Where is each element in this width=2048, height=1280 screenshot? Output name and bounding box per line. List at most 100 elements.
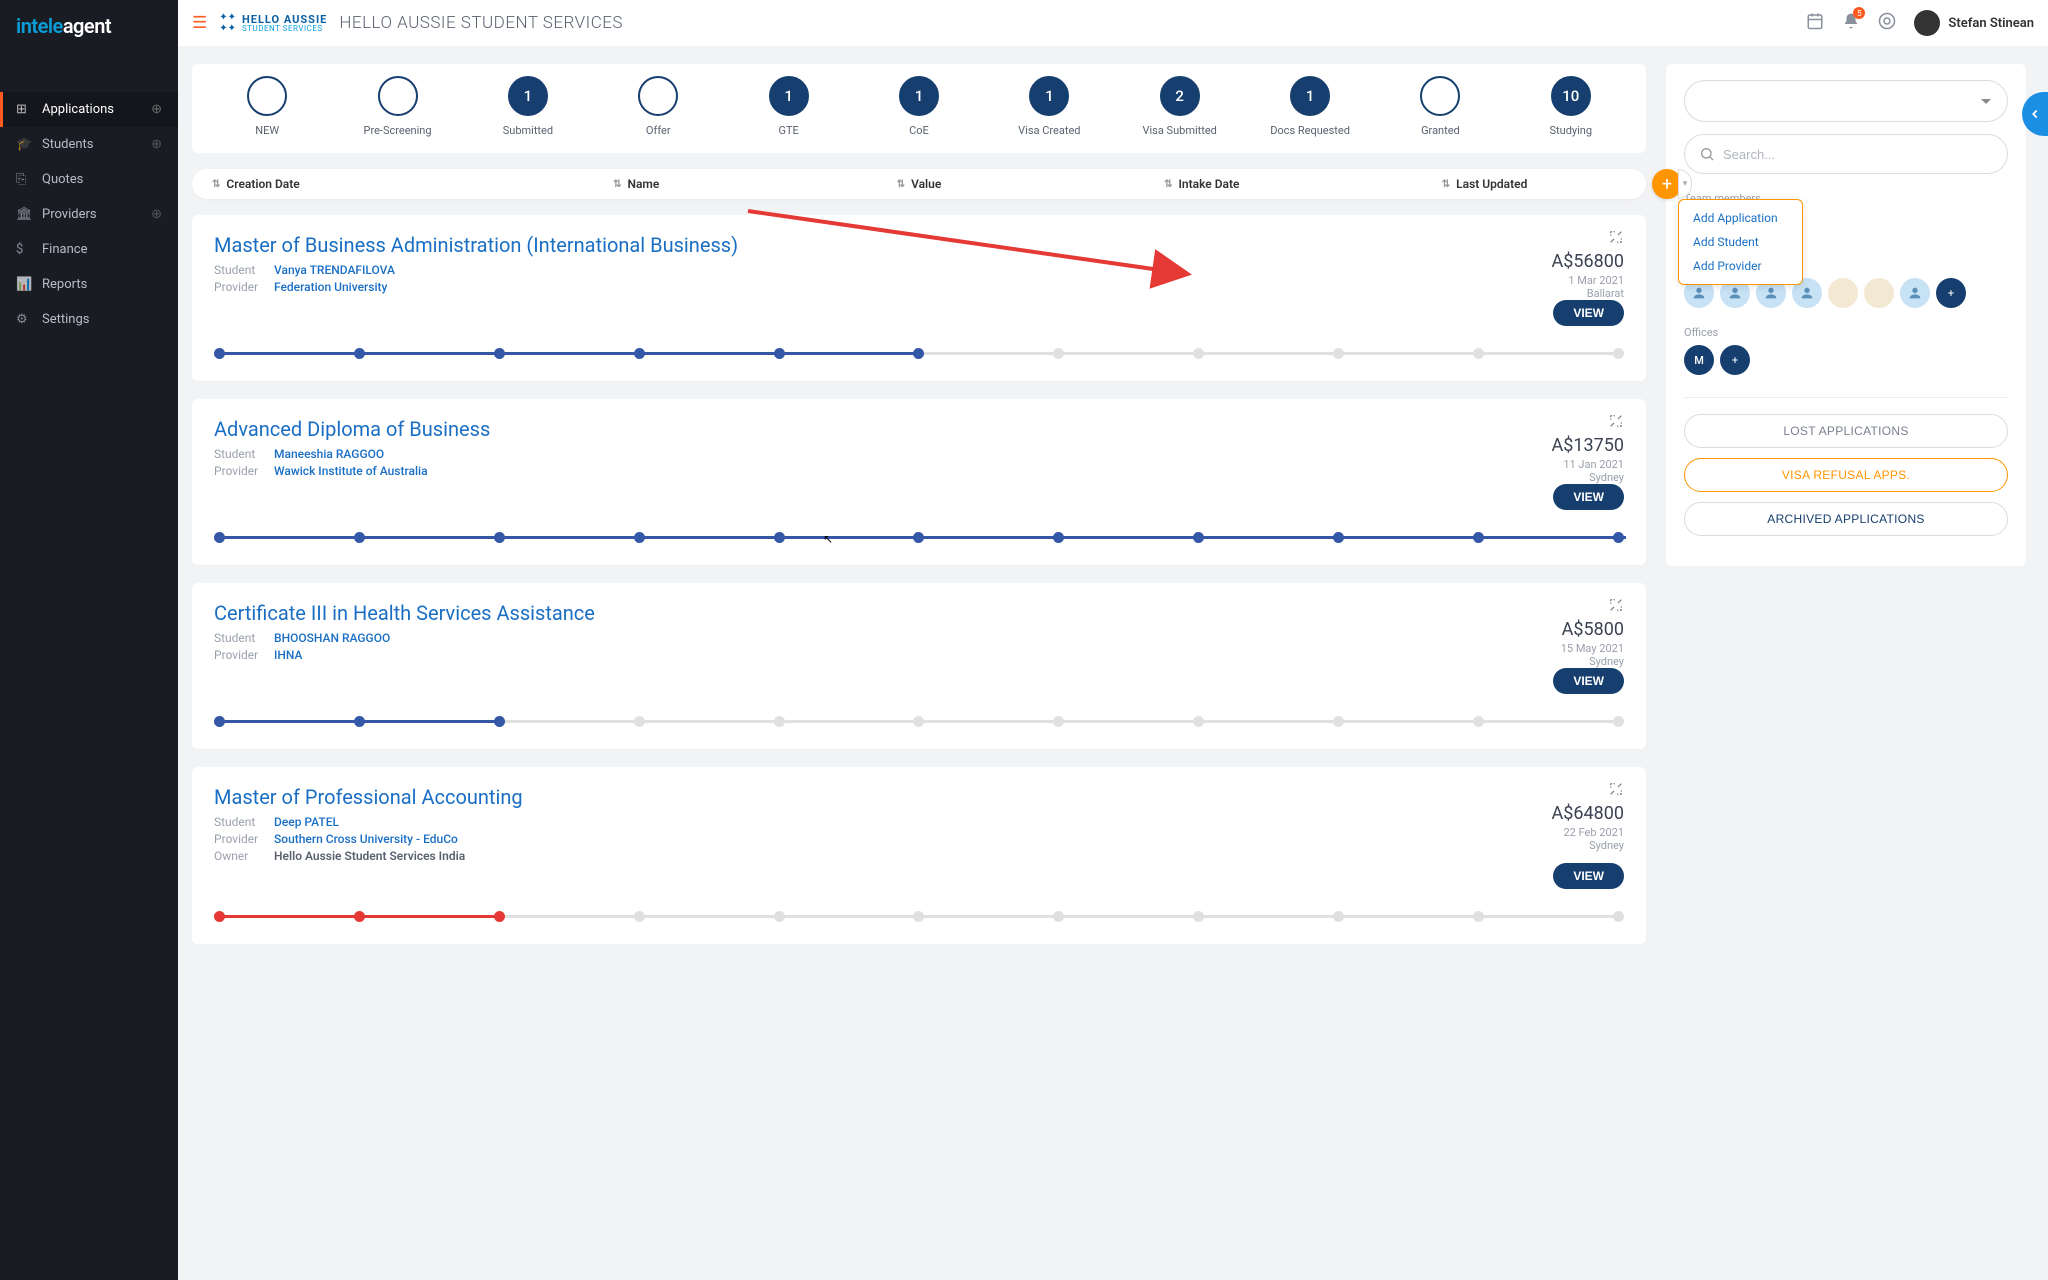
pipeline-stage[interactable]: NEW [202,76,332,137]
student-link[interactable]: Maneeshia RAGGOO [274,447,490,461]
nav-providers[interactable]: 🏛 Providers ⊕ [0,197,178,232]
progress-dot [1613,911,1624,922]
add-student-option[interactable]: Add Student [1679,230,1802,254]
card-date: 22 Feb 2021 [1552,826,1624,839]
add-application-option[interactable]: Add Application [1679,206,1802,230]
expand-icon[interactable] [1608,781,1624,801]
pipeline-stage[interactable]: 10Studying [1506,76,1636,137]
add-caret[interactable]: ▾ [1678,169,1692,199]
nav-settings[interactable]: ⚙ Settings [0,302,178,337]
divider [1684,397,2008,398]
sort-name[interactable]: ⇅Name [495,177,778,191]
add-partner-agent[interactable]: + [1936,278,1966,308]
plus-icon[interactable]: ⊕ [151,137,162,152]
stage-label: CoE [909,124,929,137]
nav-label: Applications [42,102,114,117]
card-title[interactable]: Advanced Diploma of Business [214,417,490,441]
office-chip[interactable]: M [1684,345,1714,375]
pipeline-stage[interactable]: Pre-Screening [332,76,462,137]
nav-quotes[interactable]: ⎘ Quotes [0,162,178,197]
expand-icon[interactable] [1608,413,1624,433]
card-location: Sydney [1552,839,1624,852]
progress-dot [214,348,225,359]
search-input[interactable] [1723,147,1993,162]
pipeline-stage[interactable]: 1 CoE [854,76,984,137]
student-link[interactable]: Vanya TRENDAFILOVA [274,263,738,277]
progress-dot [1473,716,1484,727]
nav-applications[interactable]: ⊞ Applications ⊕ [0,92,178,127]
pipeline-stage[interactable]: Offer [593,76,723,137]
bell-icon[interactable]: 5 [1842,12,1860,34]
nav-finance[interactable]: $ Finance [0,232,178,267]
partner-agent-chip[interactable] [1900,278,1930,308]
view-button[interactable]: VIEW [1553,668,1624,694]
progress-dot [1473,911,1484,922]
expand-icon[interactable] [1608,597,1624,617]
stars-icon: ✦✦✦✦ [219,12,236,34]
card-title[interactable]: Certificate III in Health Services Assis… [214,601,595,625]
pipeline-stage[interactable]: 2Visa Submitted [1115,76,1245,137]
expand-icon[interactable] [1608,229,1624,249]
card-title[interactable]: Master of Business Administration (Inter… [214,233,738,257]
calendar-icon[interactable] [1806,12,1824,34]
sort-value[interactable]: ⇅Value [778,177,1061,191]
plus-icon[interactable]: ⊕ [151,207,162,222]
archived-applications-button[interactable]: ARCHIVED APPLICATIONS [1684,502,2008,536]
sort-last-updated[interactable]: ⇅Last Updated [1343,177,1626,191]
nav-students[interactable]: 🎓 Students ⊕ [0,127,178,162]
stage-circle: 1 [1029,76,1069,116]
lost-applications-button[interactable]: LOST APPLICATIONS [1684,414,2008,448]
nav-label: Finance [42,242,87,257]
card-date: 1 Mar 2021 [1552,274,1624,287]
partner-agent-chip[interactable] [1828,278,1858,308]
view-button[interactable]: VIEW [1553,300,1624,326]
pipeline-stage[interactable]: 1GTE [723,76,853,137]
provider-link[interactable]: Federation University [274,280,738,294]
org-logo[interactable]: ✦✦✦✦ HELLO AUSSIE STUDENT SERVICES [219,12,327,34]
progress-dot [1613,532,1624,543]
progress-dot [774,348,785,359]
pipeline-stage[interactable]: 1Visa Created [984,76,1114,137]
pipeline-stage[interactable]: 1Docs Requested [1245,76,1375,137]
user-menu[interactable]: Stefan Stinean [1914,10,2034,36]
help-icon[interactable] [1878,12,1896,34]
partner-agent-chip[interactable] [1864,278,1894,308]
progress-dot [354,716,365,727]
search-box[interactable] [1684,134,2008,174]
pipeline-stage[interactable]: 1Submitted [463,76,593,137]
provider-link[interactable]: Southern Cross University - EduCo [274,832,523,846]
stage-circle: 1 [899,76,939,116]
progress-dot [1053,716,1064,727]
progress-dot [1333,532,1344,543]
sort-creation-date[interactable]: ⇅Creation Date [212,177,495,191]
hamburger-icon[interactable]: ☰ [192,13,207,33]
add-provider-option[interactable]: Add Provider [1679,254,1802,278]
sort-icon: ⇅ [1442,179,1450,190]
student-link[interactable]: BHOOSHAN RAGGOO [274,631,595,645]
pipeline-stage[interactable]: Granted [1375,76,1505,137]
add-office[interactable]: + [1720,345,1750,375]
progress-dot [1473,532,1484,543]
nav-reports[interactable]: 📊 Reports [0,267,178,302]
visa-refusal-button[interactable]: VISA REFUSAL APPS. [1684,458,2008,492]
search-icon [1699,146,1715,162]
progress-dot [354,532,365,543]
progress-dot [774,911,785,922]
nav-label: Reports [42,277,87,292]
provider-link[interactable]: Wawick Institute of Australia [274,464,490,478]
progress-dot [1053,911,1064,922]
progress-dot [634,911,645,922]
sort-intake-date[interactable]: ⇅Intake Date [1060,177,1343,191]
status-select[interactable] [1684,80,2008,122]
view-button[interactable]: VIEW [1553,484,1624,510]
student-link[interactable]: Deep PATEL [274,815,523,829]
plus-icon[interactable]: ⊕ [151,102,162,117]
provider-link[interactable]: IHNA [274,648,595,662]
card-title[interactable]: Master of Professional Accounting [214,785,523,809]
progress-dot [634,532,645,543]
progress-dot [913,532,924,543]
progress-dot [494,532,505,543]
stage-circle [378,76,418,116]
office-chips: M + [1684,345,2008,375]
view-button[interactable]: VIEW [1553,863,1624,889]
